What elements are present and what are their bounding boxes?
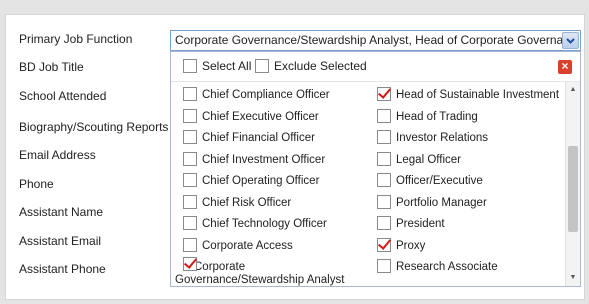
option-label: Chief Technology Officer — [202, 218, 327, 230]
exclude-selected-checkbox[interactable] — [255, 59, 269, 73]
select-all-checkbox[interactable] — [183, 59, 197, 73]
option-chief-compliance-officer[interactable]: Chief Compliance Officer — [183, 87, 330, 102]
option-label: Chief Operating Officer — [202, 175, 320, 187]
checkbox[interactable] — [377, 152, 391, 166]
scrollbar-thumb[interactable] — [568, 146, 578, 232]
arrow-up-icon[interactable]: ▲ — [566, 83, 580, 97]
label-assistant-email: Assistant Email — [19, 234, 102, 248]
job-function-dropdown: Select All Exclude Selected × Chief Comp… — [170, 51, 581, 287]
label-primary-job-function: Primary Job Function — [19, 32, 133, 46]
exclude-selected-label: Exclude Selected — [274, 59, 367, 73]
label-school-attended: School Attended — [19, 89, 107, 103]
option-label: Research Associate — [396, 261, 498, 273]
checkbox[interactable] — [377, 195, 391, 209]
option-label: Head of Sustainable Investment — [396, 89, 560, 101]
select-all-label: Select All — [202, 59, 252, 73]
options-list: Chief Compliance Officer Chief Executive… — [171, 82, 565, 286]
option-label: Proxy — [396, 240, 426, 252]
option-label: Chief Financial Officer — [202, 132, 315, 144]
option-portfolio-manager[interactable]: Portfolio Manager — [377, 195, 487, 210]
option-label: Portfolio Manager — [396, 197, 487, 209]
chevron-down-icon[interactable] — [562, 32, 579, 49]
checkbox[interactable] — [377, 109, 391, 123]
option-corporate-access[interactable]: Corporate Access — [183, 238, 293, 253]
option-chief-investment-officer[interactable]: Chief Investment Officer — [183, 152, 326, 167]
option-label: Chief Compliance Officer — [202, 89, 330, 101]
dropdown-scrollbar[interactable]: ▲ ▼ — [565, 82, 580, 286]
checkbox[interactable] — [183, 152, 197, 166]
option-investor-relations[interactable]: Investor Relations — [377, 130, 489, 145]
option-label: Corporate Access — [202, 240, 293, 252]
label-bd-job-title: BD Job Title — [19, 60, 84, 74]
checkbox[interactable] — [183, 109, 197, 123]
label-assistant-name: Assistant Name — [19, 205, 104, 219]
option-label: Officer/Executive — [396, 175, 483, 187]
option-head-of-sustainable-investment[interactable]: Head of Sustainable Investment — [377, 87, 560, 102]
option-legal-officer[interactable]: Legal Officer — [377, 152, 461, 167]
option-officer-executive[interactable]: Officer/Executive — [377, 173, 483, 188]
option-corporate-governance[interactable]: Corporate Governance/Stewardship Analyst — [175, 257, 368, 286]
checkbox[interactable] — [183, 173, 197, 187]
option-chief-technology-officer[interactable]: Chief Technology Officer — [183, 216, 327, 231]
option-research-associate[interactable]: Research Associate — [377, 259, 498, 274]
option-label: Chief Executive Officer — [202, 111, 319, 123]
checkbox[interactable] — [377, 130, 391, 144]
option-head-of-trading[interactable]: Head of Trading — [377, 109, 478, 124]
checkbox[interactable] — [183, 130, 197, 144]
option-label: Head of Trading — [396, 111, 478, 123]
close-icon[interactable]: × — [558, 60, 572, 74]
label-assistant-phone: Assistant Phone — [19, 262, 106, 276]
checkbox[interactable] — [183, 238, 197, 252]
option-president[interactable]: President — [377, 216, 445, 231]
select-value: Corporate Governance/Stewardship Analyst… — [175, 33, 565, 47]
option-label: Corporate Governance/Stewardship Analyst — [175, 261, 345, 286]
label-email-address: Email Address — [19, 148, 96, 162]
option-proxy[interactable]: Proxy — [377, 238, 426, 253]
option-chief-operating-officer[interactable]: Chief Operating Officer — [183, 173, 320, 188]
option-label: Chief Investment Officer — [202, 154, 326, 166]
checkbox[interactable] — [377, 173, 391, 187]
checkbox[interactable] — [183, 216, 197, 230]
checkbox[interactable] — [183, 87, 197, 101]
dropdown-header: Select All Exclude Selected × — [171, 52, 580, 82]
select-all-option[interactable]: Select All — [183, 59, 251, 73]
checkbox[interactable] — [377, 238, 391, 252]
checkbox[interactable] — [183, 195, 197, 209]
option-label: Investor Relations — [396, 132, 489, 144]
checkbox[interactable] — [377, 216, 391, 230]
exclude-selected-option[interactable]: Exclude Selected — [255, 59, 367, 73]
option-chief-financial-officer[interactable]: Chief Financial Officer — [183, 130, 315, 145]
option-label: President — [396, 218, 445, 230]
option-label: Legal Officer — [396, 154, 461, 166]
label-phone: Phone — [19, 177, 54, 191]
option-chief-executive-officer[interactable]: Chief Executive Officer — [183, 109, 319, 124]
option-label: Chief Risk Officer — [202, 197, 292, 209]
option-chief-risk-officer[interactable]: Chief Risk Officer — [183, 195, 292, 210]
arrow-down-icon[interactable]: ▼ — [566, 271, 580, 285]
checkbox[interactable] — [183, 257, 197, 271]
label-biography: Biography/Scouting Reports — [19, 120, 169, 134]
checkbox[interactable] — [377, 87, 391, 101]
checkbox[interactable] — [377, 259, 391, 273]
primary-job-function-select[interactable]: Corporate Governance/Stewardship Analyst… — [170, 30, 581, 51]
